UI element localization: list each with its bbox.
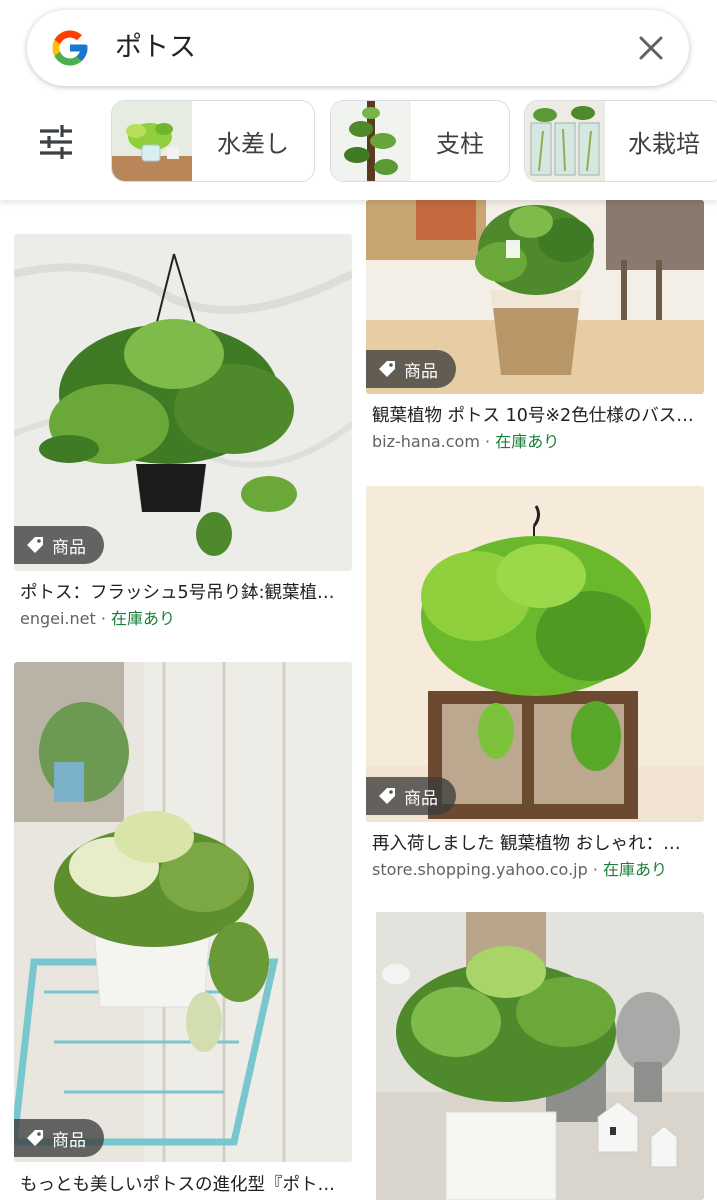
chip-label: 水差し: [217, 129, 289, 158]
result-title[interactable]: 再入荷しました 観葉植物 おしゃれ：…: [372, 832, 700, 856]
image-result-wooden-stand[interactable]: 商品 再入荷しました 観葉植物 おしゃれ：… store.shopping.ya…: [366, 486, 704, 886]
badge-label: 商品: [52, 1130, 86, 1151]
result-source: engei.net · 在庫あり: [20, 608, 175, 630]
source-domain: store.shopping.yahoo.co.jp: [372, 860, 588, 879]
badge-label: 商品: [404, 788, 438, 809]
result-title[interactable]: 観葉植物 ポトス 10号※2色仕様のバス…: [372, 404, 700, 428]
chip-thumbnail: [525, 101, 605, 181]
chip-water-pitcher[interactable]: 水差し: [111, 100, 315, 182]
badge-label: 商品: [52, 537, 86, 558]
stock-status: 在庫あり: [603, 860, 668, 879]
image-result-basket[interactable]: 商品 観葉植物 ポトス 10号※2色仕様のバス… biz-hana.com · …: [366, 200, 704, 460]
stock-status: 在庫あり: [111, 609, 176, 628]
result-image: [366, 486, 704, 822]
stock-status: 在庫あり: [495, 432, 560, 451]
source-domain: biz-hana.com: [372, 432, 480, 451]
result-title[interactable]: もっとも美しいポトスの進化型『ポト…: [20, 1173, 348, 1197]
result-source: store.shopping.yahoo.co.jp · 在庫あり: [372, 859, 667, 881]
result-image: [366, 912, 704, 1200]
google-logo-icon: [52, 30, 88, 66]
image-result-white-pot[interactable]: [366, 912, 704, 1200]
tune-icon: [40, 125, 72, 159]
image-result-hanging-pot[interactable]: 商品 ポトス：フラッシュ5号吊り鉢:観葉植… engei.net · 在庫あり: [14, 234, 352, 634]
tag-icon: [27, 1130, 43, 1146]
search-header: ポトス 水差し 支柱 水栽培: [0, 0, 717, 200]
close-icon: [639, 36, 663, 60]
clear-search-button[interactable]: [631, 28, 671, 68]
source-separator: ·: [479, 432, 496, 451]
tag-icon: [379, 788, 395, 804]
source-separator: ·: [95, 609, 112, 628]
result-image: [14, 662, 352, 1162]
image-result-blue-stand[interactable]: 商品 もっとも美しいポトスの進化型『ポト…: [14, 662, 352, 1200]
chip-label: 支柱: [436, 129, 484, 158]
result-source: biz-hana.com · 在庫あり: [372, 431, 559, 453]
badge-label: 商品: [404, 361, 438, 382]
result-image: [14, 234, 352, 571]
chip-thumbnail: [331, 101, 411, 181]
source-separator: ·: [587, 860, 604, 879]
chip-label: 水栽培: [628, 129, 700, 158]
result-title[interactable]: ポトス：フラッシュ5号吊り鉢:観葉植…: [20, 581, 348, 605]
product-badge: 商品: [14, 1119, 104, 1157]
product-badge: 商品: [366, 350, 456, 388]
tag-icon: [27, 537, 43, 553]
source-domain: engei.net: [20, 609, 96, 628]
tag-icon: [379, 361, 395, 377]
chip-thumbnail: [112, 101, 192, 181]
search-tools-button[interactable]: [30, 118, 82, 166]
product-badge: 商品: [366, 777, 456, 815]
search-bar[interactable]: ポトス: [27, 10, 689, 86]
chip-hydroponics[interactable]: 水栽培: [524, 100, 717, 182]
product-badge: 商品: [14, 526, 104, 564]
chip-support-pole[interactable]: 支柱: [330, 100, 510, 182]
search-query[interactable]: ポトス: [115, 32, 196, 64]
